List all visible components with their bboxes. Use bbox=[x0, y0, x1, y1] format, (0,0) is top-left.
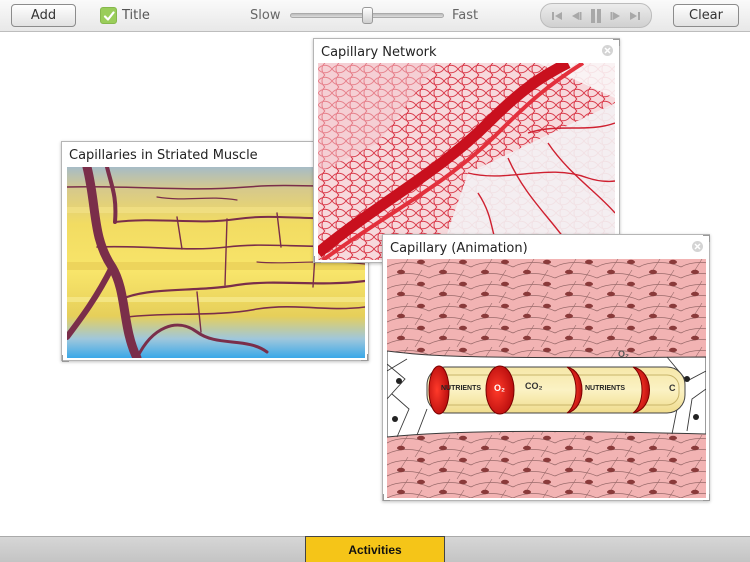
resize-handle-bottom-right[interactable] bbox=[361, 354, 368, 361]
title-toggle-label: Title bbox=[122, 8, 150, 23]
speed-fast-label: Fast bbox=[452, 8, 479, 23]
step-back-button[interactable] bbox=[567, 7, 585, 25]
toolbar: Add Title Slow Fast Clear bbox=[0, 0, 750, 32]
close-card-button[interactable] bbox=[602, 45, 613, 56]
step-forward-icon bbox=[610, 11, 620, 20]
speed-slow-label: Slow bbox=[250, 8, 281, 23]
nutrients-label: NUTRIENTS bbox=[585, 385, 626, 392]
resize-handle-bottom-left[interactable] bbox=[314, 256, 321, 263]
oxygen-label: O₂ bbox=[618, 349, 629, 359]
pause-button[interactable] bbox=[587, 7, 605, 25]
resize-handle-bottom-right[interactable] bbox=[703, 494, 710, 501]
close-icon bbox=[604, 47, 611, 54]
card-capillary-network[interactable]: Capillary Network bbox=[313, 38, 620, 263]
resize-handle-top-right[interactable] bbox=[703, 235, 710, 242]
card-capillary-animation[interactable]: Capillary (Animation) NUTRIENTS O₂ CO₂ N… bbox=[382, 234, 710, 501]
capillary-network-image bbox=[318, 63, 615, 260]
activities-tab-label: Activities bbox=[348, 542, 402, 557]
card-title: Capillary (Animation) bbox=[390, 241, 528, 256]
skip-to-end-icon bbox=[630, 11, 641, 20]
step-back-icon bbox=[572, 11, 582, 20]
clear-button-label: Clear bbox=[689, 8, 723, 23]
pause-icon bbox=[590, 8, 601, 23]
close-card-button[interactable] bbox=[692, 241, 703, 252]
card-title: Capillaries in Striated Muscle bbox=[69, 148, 258, 163]
capillary-animation-canvas: NUTRIENTS O₂ CO₂ NUTRIENTS O₂ C bbox=[387, 259, 706, 498]
card-title: Capillary Network bbox=[321, 45, 437, 60]
title-toggle[interactable]: Title bbox=[100, 7, 150, 24]
resize-handle-top-right[interactable] bbox=[613, 39, 620, 46]
step-forward-button[interactable] bbox=[607, 7, 625, 25]
carbon-dioxide-label: CO₂ bbox=[525, 381, 543, 391]
playback-controls bbox=[540, 3, 652, 28]
title-checkbox[interactable] bbox=[100, 7, 117, 24]
skip-to-start-icon bbox=[551, 11, 562, 20]
resize-handle-bottom-left[interactable] bbox=[383, 494, 390, 501]
close-icon bbox=[694, 243, 701, 250]
oxygen-label: O₂ bbox=[494, 383, 505, 393]
checkmark-icon bbox=[103, 10, 115, 21]
skip-to-end-button[interactable] bbox=[626, 7, 644, 25]
add-button-label: Add bbox=[30, 8, 57, 23]
resize-handle-bottom-left[interactable] bbox=[62, 355, 69, 362]
carbon-dioxide-label: C bbox=[669, 383, 676, 393]
activities-tab[interactable]: Activities bbox=[305, 536, 445, 562]
nutrients-label: NUTRIENTS bbox=[441, 385, 482, 392]
skip-to-start-button[interactable] bbox=[548, 7, 566, 25]
speed-slider-thumb[interactable] bbox=[361, 7, 373, 24]
add-button[interactable]: Add bbox=[11, 4, 76, 27]
clear-button[interactable]: Clear bbox=[673, 4, 739, 27]
